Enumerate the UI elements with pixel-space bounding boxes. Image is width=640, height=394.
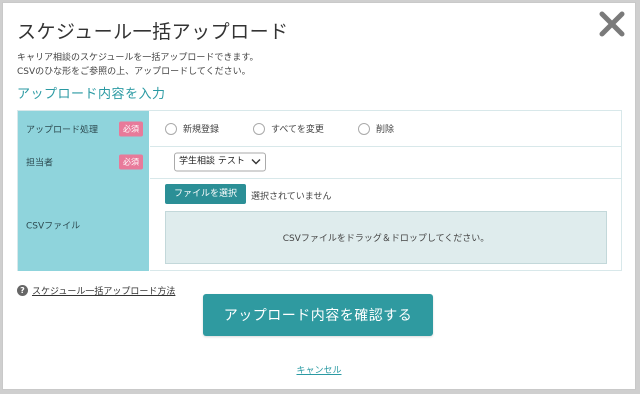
- person-in-charge-label: 担当者: [26, 158, 54, 169]
- radio-circle[interactable]: [165, 122, 177, 135]
- required-badge: 必須: [119, 121, 143, 136]
- radio-circle[interactable]: [253, 122, 265, 135]
- radio-change-all[interactable]: すべてを変更: [253, 121, 324, 137]
- upload-form: アップロード処理 必須 新規登録 すべてを変更 削除 担当者 必須 学生相談 テ…: [17, 110, 622, 271]
- upload-modal: スケジュール一括アップロード キャリア相談のスケジュールを一括アップロードできま…: [2, 2, 636, 390]
- form-row-csv-file: CSVファイル ファイルを選択 選択されていません CSVファイルをドラッグ＆ド…: [18, 178, 621, 271]
- description-line: キャリア相談のスケジュールを一括アップロードできます。: [17, 53, 259, 63]
- modal-title: スケジュール一括アップロード: [17, 21, 289, 43]
- upload-process-label: アップロード処理: [26, 125, 99, 135]
- form-label-cell: 担当者 必須: [18, 146, 150, 178]
- csv-dropzone[interactable]: CSVファイルをドラッグ＆ドロップしてください。: [165, 211, 607, 264]
- form-label-cell: アップロード処理 必須: [18, 111, 150, 146]
- cancel-link[interactable]: キャンセル: [3, 363, 635, 376]
- file-status-text: 選択されていません: [251, 192, 332, 202]
- radio-label: すべてを変更: [271, 125, 324, 135]
- upload-process-radio-group: 新規登録 すべてを変更 削除: [165, 121, 605, 137]
- dropzone-text: CSVファイルをドラッグ＆ドロップしてください。: [282, 234, 490, 244]
- help-link[interactable]: ? スケジュール一括アップロード方法: [17, 284, 175, 297]
- radio-delete[interactable]: 削除: [358, 121, 394, 137]
- confirm-upload-button[interactable]: アップロード内容を確認する: [203, 294, 433, 336]
- required-badge: 必須: [119, 154, 143, 170]
- close-icon: [599, 11, 625, 37]
- close-button[interactable]: [597, 9, 627, 39]
- csv-file-label: CSVファイル: [26, 221, 81, 231]
- radio-circle[interactable]: [358, 122, 370, 135]
- radio-label: 新規登録: [183, 125, 220, 135]
- question-icon: ?: [17, 285, 28, 296]
- choose-file-button[interactable]: ファイルを選択: [165, 184, 247, 204]
- radio-new-registration[interactable]: 新規登録: [165, 121, 219, 137]
- section-title: アップロード内容を入力: [17, 87, 166, 102]
- help-link-label: スケジュール一括アップロード方法: [32, 287, 176, 297]
- description-line: CSVのひな形をご参照の上、アップロードしてください。: [17, 67, 251, 77]
- form-row-upload-process: アップロード処理 必須 新規登録 すべてを変更 削除: [18, 111, 621, 147]
- form-row-person-in-charge: 担当者 必須 学生相談 テスト: [18, 146, 621, 179]
- person-in-charge-select[interactable]: 学生相談 テスト: [174, 152, 266, 172]
- select-value: 学生相談 テスト: [179, 156, 245, 167]
- chevron-down-icon: [251, 159, 261, 165]
- form-label-cell: CSVファイル: [18, 178, 150, 271]
- radio-label: 削除: [376, 125, 395, 135]
- modal-description: キャリア相談のスケジュールを一括アップロードできます。 CSVのひな形をご参照の…: [17, 51, 258, 79]
